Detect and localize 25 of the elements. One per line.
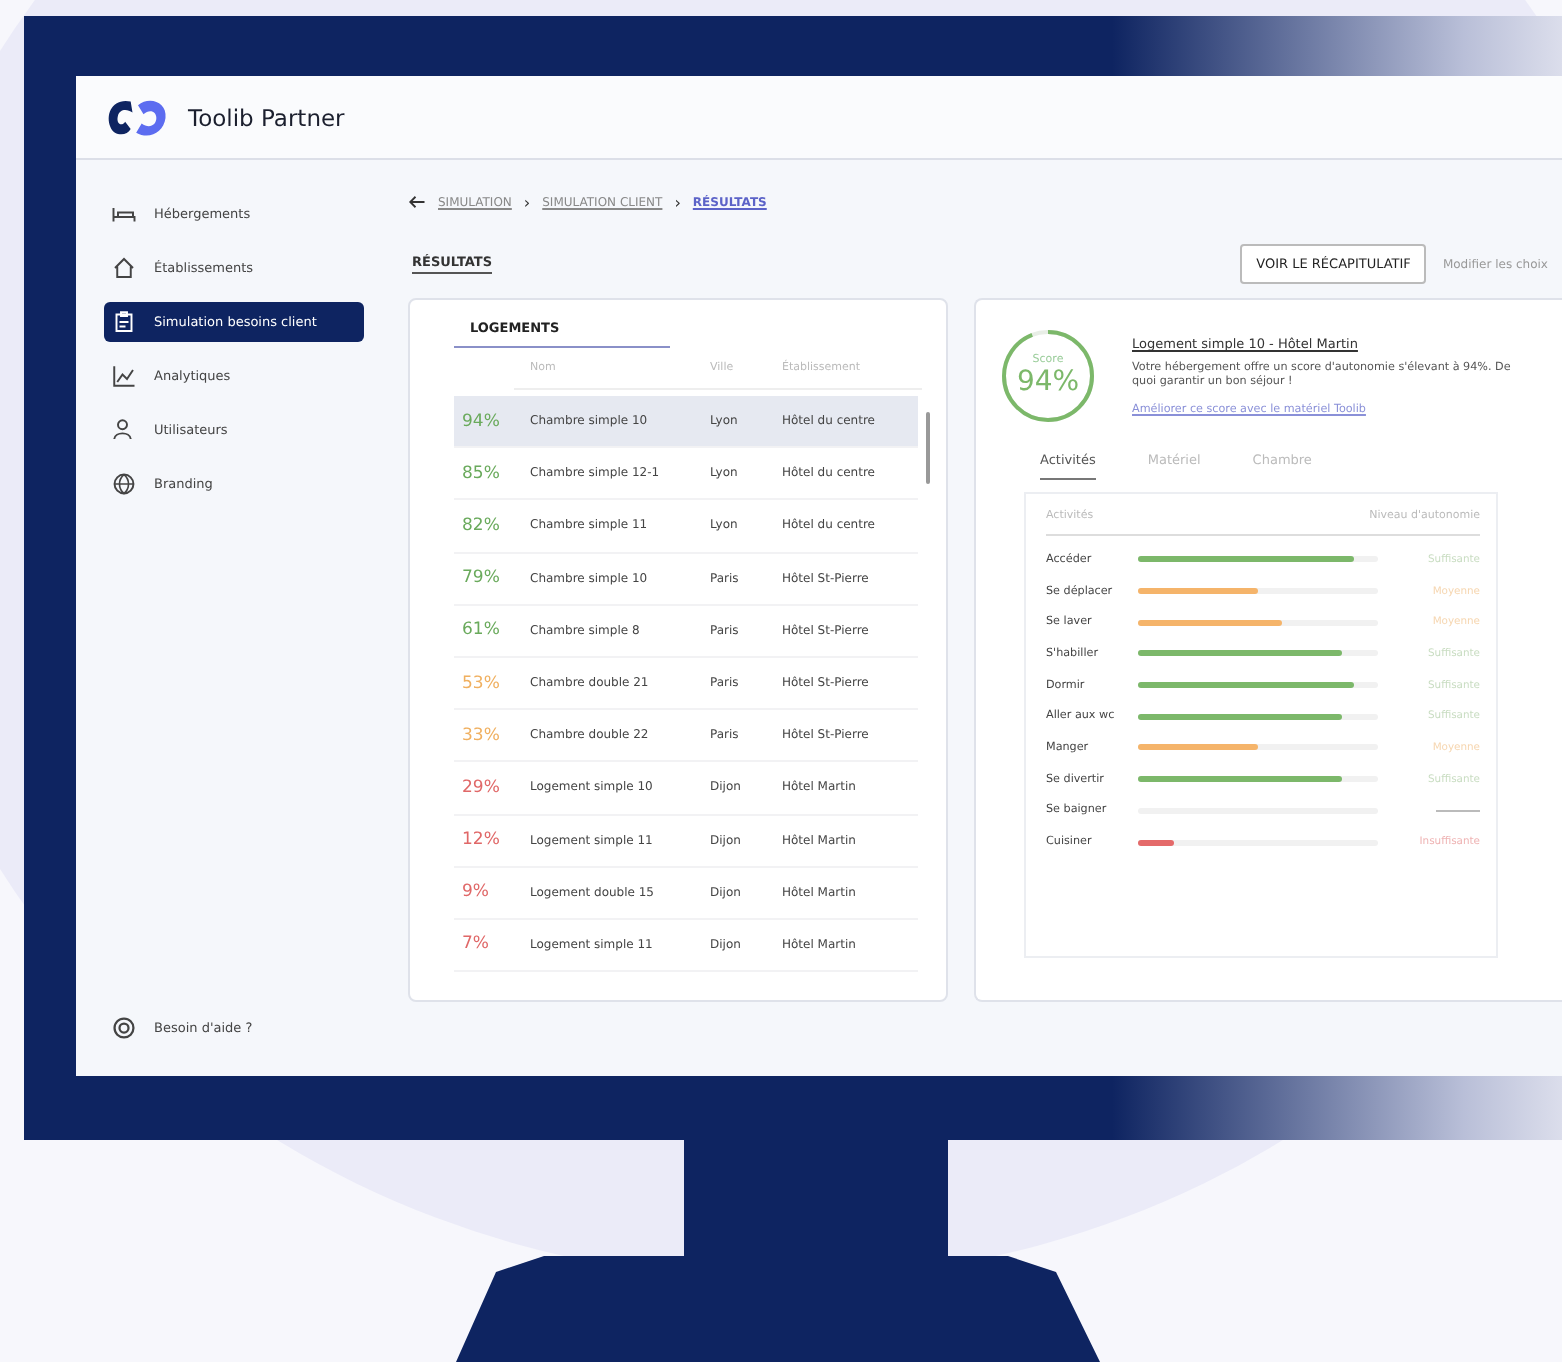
chart-icon bbox=[112, 364, 136, 388]
score-cell-text: 61% bbox=[460, 620, 502, 641]
app-name: Toolib Partner bbox=[188, 103, 345, 131]
clipboard-icon bbox=[112, 310, 136, 334]
users-icon bbox=[112, 418, 136, 442]
breadcrumb-separator: › bbox=[674, 193, 681, 211]
bed-icon bbox=[112, 202, 136, 226]
score-cell-text: 82% bbox=[460, 515, 502, 536]
lifebuoy-icon bbox=[112, 1016, 136, 1040]
house-icon bbox=[112, 256, 136, 280]
score-cell-text: 94% bbox=[460, 411, 502, 432]
score-cell-text: 7% bbox=[460, 934, 491, 955]
score-cell-text: 85% bbox=[460, 463, 502, 484]
scrollbar-thumb[interactable] bbox=[926, 412, 930, 484]
back-arrow-icon[interactable] bbox=[408, 194, 426, 210]
score-cell-text: 29% bbox=[460, 777, 502, 798]
logo-icon bbox=[104, 95, 172, 139]
score-cell-text: 33% bbox=[460, 725, 502, 746]
globe-icon bbox=[112, 472, 136, 496]
score-cell-text: 79% bbox=[460, 568, 502, 589]
breadcrumb-separator: › bbox=[523, 193, 531, 211]
score-cell-text: 9% bbox=[460, 882, 491, 903]
score-cell-text: 53% bbox=[460, 673, 502, 694]
score-value: 94% bbox=[1016, 366, 1080, 398]
score-cell-text: 12% bbox=[460, 830, 502, 851]
